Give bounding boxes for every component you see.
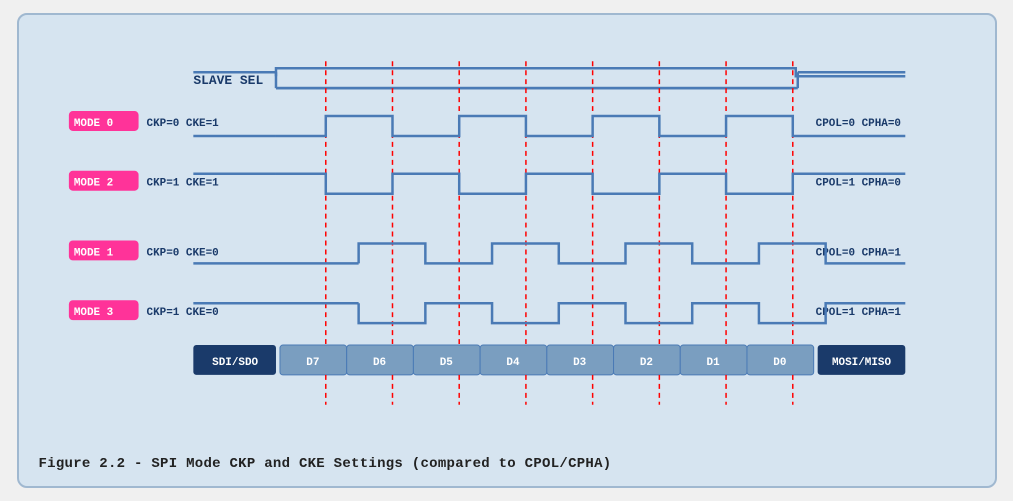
mode1-badge: MODE 1 bbox=[73, 247, 113, 259]
mode3-badge: MODE 3 bbox=[73, 307, 113, 319]
mode0-left-label: CKP=0 CKE=1 bbox=[146, 118, 219, 130]
d6-label: D6 bbox=[372, 357, 385, 369]
mode3-right-label: CPOL=1 CPHA=1 bbox=[815, 307, 901, 319]
mode3-left-label: CKP=1 CKE=0 bbox=[146, 307, 218, 319]
slave-sel-label: SLAVE SEL bbox=[193, 73, 263, 88]
mode2-right-label: CPOL=1 CPHA=0 bbox=[815, 178, 900, 190]
d2-label: D2 bbox=[639, 357, 652, 369]
sdi-sdo-label: SDI/SDO bbox=[212, 357, 258, 369]
d3-label: D3 bbox=[573, 357, 587, 369]
mosi-miso-label: MOSI/MISO bbox=[831, 357, 891, 369]
figure-container: SLAVE SEL bbox=[17, 13, 997, 488]
mode0-right-label: CPOL=0 CPHA=0 bbox=[815, 118, 900, 130]
mode2-left-label: CKP=1 CKE=1 bbox=[146, 178, 219, 190]
mode0-badge: MODE 0 bbox=[73, 118, 112, 130]
mode2-badge: MODE 2 bbox=[73, 178, 112, 190]
mode1-right-label: CPOL=0 CPHA=1 bbox=[815, 247, 901, 259]
diagram-svg-container: SLAVE SEL bbox=[39, 33, 975, 448]
mode1-left-label: CKP=0 CKE=0 bbox=[146, 247, 218, 259]
d5-label: D5 bbox=[439, 357, 452, 369]
figure-caption: Figure 2.2 - SPI Mode CKP and CKE Settin… bbox=[39, 456, 975, 472]
d4-label: D4 bbox=[506, 357, 520, 369]
d0-label: D0 bbox=[773, 357, 786, 369]
d7-label: D7 bbox=[306, 357, 319, 369]
d1-label: D1 bbox=[706, 357, 720, 369]
